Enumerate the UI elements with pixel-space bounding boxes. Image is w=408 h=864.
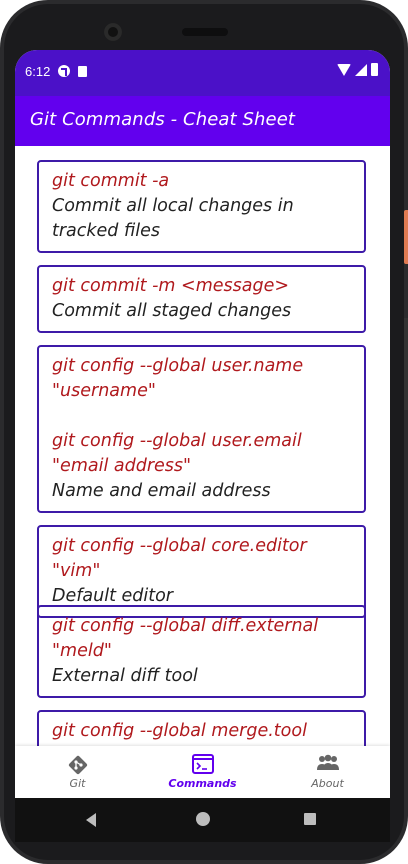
front-camera [104,23,122,41]
bottom-navigation: Git Commands About [15,746,390,798]
earpiece-speaker [182,28,228,36]
notification-icon [58,65,70,77]
command-card[interactable]: git config --global user.name "username"… [37,345,366,513]
recent-apps-icon[interactable] [304,813,316,825]
device-screen: 6:12 Git Commands - Cheat Sheet git comm… [15,50,390,798]
device-frame: 6:12 Git Commands - Cheat Sheet git comm… [0,0,408,864]
people-icon [316,754,340,776]
signal-icon [355,64,367,76]
command-description: Commit all local changes in tracked file… [52,196,294,241]
command-card[interactable]: git config --global diff.external "meld"… [37,605,366,698]
app-title: Git Commands - Cheat Sheet [30,109,296,130]
command-text: git config --global diff.external "meld" [52,616,324,661]
status-indicators [337,63,378,76]
status-time: 6:12 [25,64,51,79]
battery-icon [371,63,378,76]
app-bar: Git Commands - Cheat Sheet [15,96,390,146]
sd-card-icon [78,66,87,77]
nav-item-about[interactable]: About [265,746,390,798]
nav-item-git[interactable]: Git [15,746,140,798]
command-text: git commit -a [52,171,170,191]
command-card[interactable]: git commit -a Commit all local changes i… [37,160,366,253]
command-description: Commit all staged changes [52,301,292,321]
home-icon[interactable] [196,812,210,826]
command-description: External diff tool [52,666,198,686]
command-card[interactable]: git config --global merge.tool "meld" [37,710,366,746]
nav-label-about: About [311,777,344,790]
command-text: git config --global core.editor "vim" [52,536,313,581]
wifi-icon [337,64,351,76]
nav-item-commands[interactable]: Commands [140,746,265,798]
terminal-icon [191,754,214,778]
nav-label-commands: Commands [168,777,237,790]
commands-list[interactable]: git commit -a Commit all local changes i… [15,146,390,746]
back-icon[interactable] [86,813,96,827]
nav-label-git: Git [69,777,86,790]
system-navigation-bar [15,798,390,842]
command-description: Name and email address [52,481,271,501]
command-text: git config --global merge.tool "meld" [52,721,307,741]
volume-button [404,318,408,410]
command-text: git commit -m <message> [52,276,290,296]
command-text: git config --global user.name "username"… [52,356,304,476]
power-button [404,210,408,264]
command-card[interactable]: git commit -m <message> Commit all stage… [37,265,366,333]
status-bar: 6:12 [15,50,390,96]
